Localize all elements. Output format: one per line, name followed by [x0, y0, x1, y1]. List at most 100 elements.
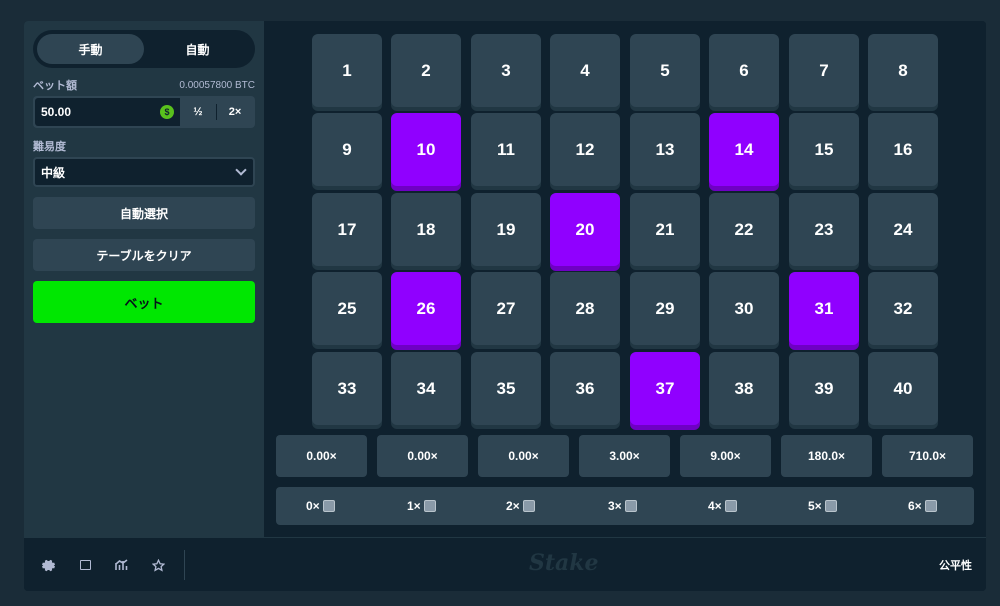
bet-sidebar: 手動 自動 ベット額 0.00057800 BTC 50.00 $ ½ 2× 難…: [24, 21, 264, 537]
keno-tile[interactable]: 3: [471, 34, 541, 107]
hit-count-label: 0×: [306, 499, 320, 513]
gem-icon: [824, 500, 837, 512]
gem-icon: [522, 500, 535, 512]
payout-multiplier: 0.00×: [377, 435, 468, 477]
keno-tile[interactable]: 11: [471, 113, 541, 186]
bet-amount-btc: 0.00057800 BTC: [179, 79, 255, 91]
payout-multiplier: 180.0×: [781, 435, 872, 477]
stats-icon[interactable]: [110, 538, 134, 591]
difficulty-select[interactable]: 中級: [33, 157, 255, 187]
difficulty-value: 中級: [41, 165, 66, 180]
gem-icon: [423, 500, 436, 512]
keno-tile[interactable]: 34: [391, 352, 461, 425]
payout-multiplier: 0.00×: [276, 435, 367, 477]
keno-tile[interactable]: 16: [868, 113, 938, 186]
hit-count: 0×: [306, 487, 335, 525]
keno-tile[interactable]: 10: [391, 113, 461, 186]
clear-table-button[interactable]: テーブルをクリア: [33, 239, 255, 271]
game-footer: Stake 公平性: [24, 537, 986, 591]
hit-count: 6×: [908, 487, 937, 525]
keno-tile[interactable]: 22: [709, 193, 779, 266]
keno-tile[interactable]: 1: [312, 34, 382, 107]
hit-count: 3×: [608, 487, 637, 525]
keno-tile[interactable]: 6: [709, 34, 779, 107]
theatre-icon[interactable]: [73, 538, 97, 591]
hit-count-label: 1×: [407, 499, 421, 513]
hit-count-label: 4×: [708, 499, 722, 513]
payout-multiplier: 0.00×: [478, 435, 569, 477]
keno-tile[interactable]: 33: [312, 352, 382, 425]
keno-tile[interactable]: 5: [630, 34, 700, 107]
keno-tile[interactable]: 30: [709, 272, 779, 345]
keno-tile[interactable]: 38: [709, 352, 779, 425]
double-bet-button[interactable]: 2×: [217, 98, 253, 126]
keno-tile[interactable]: 26: [391, 272, 461, 345]
fairness-link[interactable]: 公平性: [939, 538, 972, 591]
keno-tile[interactable]: 20: [550, 193, 620, 266]
gem-icon: [724, 500, 737, 512]
payout-multiplier: 9.00×: [680, 435, 771, 477]
currency-coin-icon: $: [160, 105, 174, 119]
keno-tile[interactable]: 21: [630, 193, 700, 266]
keno-game-window: 手動 自動 ベット額 0.00057800 BTC 50.00 $ ½ 2× 難…: [24, 21, 986, 591]
keno-tile[interactable]: 36: [550, 352, 620, 425]
keno-tile[interactable]: 40: [868, 352, 938, 425]
hit-count-label: 2×: [506, 499, 520, 513]
gear-icon[interactable]: [36, 538, 60, 591]
keno-tile[interactable]: 31: [789, 272, 859, 345]
payout-multiplier: 3.00×: [579, 435, 670, 477]
mode-toggle: 手動 自動: [33, 30, 255, 68]
bet-amount-input[interactable]: 50.00 $: [35, 98, 180, 126]
keno-tile[interactable]: 8: [868, 34, 938, 107]
hit-count: 2×: [506, 487, 535, 525]
star-icon[interactable]: [146, 538, 170, 591]
keno-tile[interactable]: 32: [868, 272, 938, 345]
bet-amount-value: 50.00: [41, 105, 72, 119]
difficulty-label: 難易度: [33, 141, 66, 153]
keno-tile[interactable]: 23: [789, 193, 859, 266]
keno-tile[interactable]: 37: [630, 352, 700, 425]
keno-tile[interactable]: 13: [630, 113, 700, 186]
half-bet-button[interactable]: ½: [180, 98, 216, 126]
chevron-down-icon: [235, 164, 247, 176]
keno-board: 1 2 3 4 5 6 7 8 9 10 11 12 13 14 15 16 17 18 19 20 21 22 23 24 2…: [264, 21, 986, 537]
hits-row: 0× 1× 2× 3× 4× 5× 6×: [276, 487, 974, 525]
hit-count: 5×: [808, 487, 837, 525]
keno-tile[interactable]: 15: [789, 113, 859, 186]
bet-amount-label: ベット額: [33, 80, 77, 92]
manual-mode-tab[interactable]: 手動: [37, 34, 144, 64]
bet-amount-group: 50.00 $ ½ 2×: [33, 96, 255, 128]
keno-tile[interactable]: 18: [391, 193, 461, 266]
auto-pick-button[interactable]: 自動選択: [33, 197, 255, 229]
hit-count-label: 3×: [608, 499, 622, 513]
hit-count: 4×: [708, 487, 737, 525]
payout-row: 0.00× 0.00× 0.00× 3.00× 9.00× 180.0× 710.0×: [276, 435, 974, 477]
hit-count: 1×: [407, 487, 436, 525]
auto-mode-tab[interactable]: 自動: [144, 34, 251, 64]
divider: [184, 550, 185, 580]
gem-icon: [924, 500, 937, 512]
keno-tile[interactable]: 14: [709, 113, 779, 186]
keno-tile[interactable]: 7: [789, 34, 859, 107]
keno-tile[interactable]: 2: [391, 34, 461, 107]
keno-tile[interactable]: 35: [471, 352, 541, 425]
keno-tile[interactable]: 25: [312, 272, 382, 345]
hit-count-label: 5×: [808, 499, 822, 513]
keno-tile[interactable]: 39: [789, 352, 859, 425]
keno-tile[interactable]: 4: [550, 34, 620, 107]
gem-icon: [624, 500, 637, 512]
keno-tile[interactable]: 12: [550, 113, 620, 186]
keno-tile[interactable]: 19: [471, 193, 541, 266]
keno-tile[interactable]: 29: [630, 272, 700, 345]
gem-icon: [322, 500, 335, 512]
number-grid: 1 2 3 4 5 6 7 8 9 10 11 12 13 14 15 16 17 18 19 20 21 22 23 24 2…: [312, 34, 938, 428]
bet-button[interactable]: ベット: [33, 281, 255, 323]
hit-count-label: 6×: [908, 499, 922, 513]
keno-tile[interactable]: 24: [868, 193, 938, 266]
keno-tile[interactable]: 27: [471, 272, 541, 345]
keno-tile[interactable]: 9: [312, 113, 382, 186]
keno-tile[interactable]: 28: [550, 272, 620, 345]
keno-tile[interactable]: 17: [312, 193, 382, 266]
payout-multiplier: 710.0×: [882, 435, 973, 477]
stake-logo: Stake: [529, 550, 599, 576]
